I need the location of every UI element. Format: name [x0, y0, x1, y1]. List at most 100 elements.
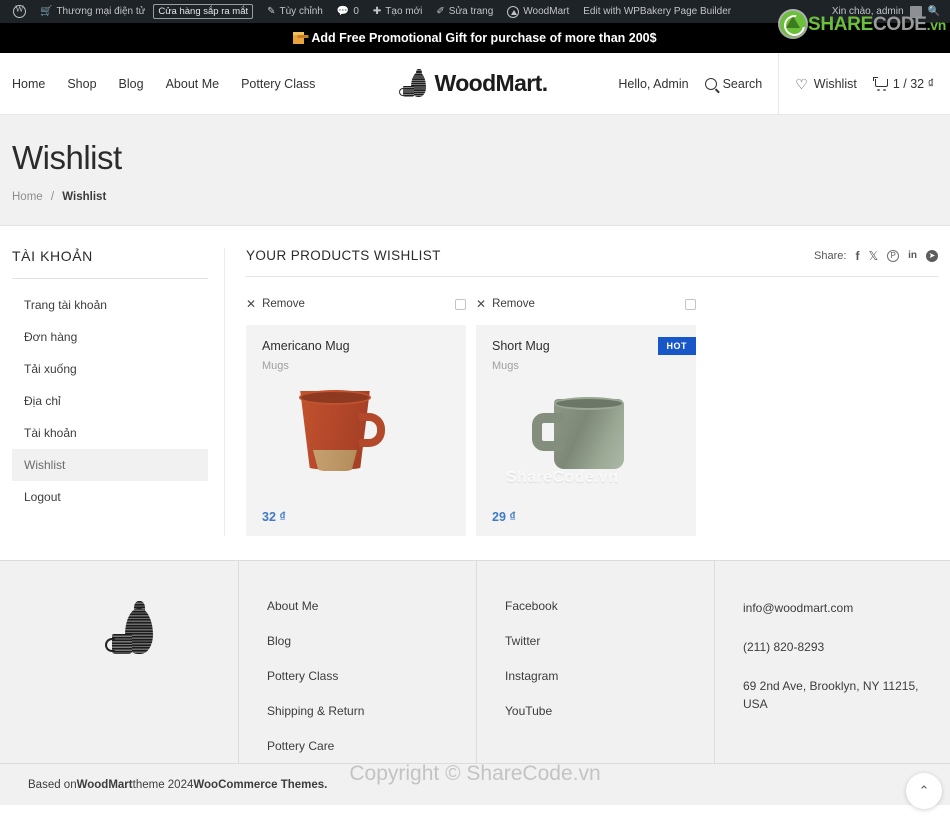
nav-item-about-me[interactable]: About Me — [166, 77, 220, 91]
footer-link-youtube[interactable]: YouTube — [505, 704, 714, 718]
adminbar-item-woodmart[interactable]: WoodMart — [500, 0, 576, 23]
footer-link-facebook[interactable]: Facebook — [505, 599, 714, 613]
adminbar-item-new[interactable]: ✚ Tạo mới — [366, 0, 430, 23]
adminbar-item-comments[interactable]: 💬 0 — [330, 0, 366, 23]
telegram-icon[interactable]: ➤ — [926, 249, 938, 262]
sidebar-item-label[interactable]: Logout — [12, 481, 208, 513]
adminbar-item-label: Edit with WPBakery Page Builder — [583, 6, 732, 17]
comment-icon: 💬 — [336, 6, 350, 17]
sidebar-item-orders[interactable]: Đơn hàng — [12, 321, 208, 353]
product-card[interactable]: Americano Mug Mugs 32 ₫ — [246, 325, 466, 536]
sidebar-item-account[interactable]: Tài khoản — [12, 417, 208, 449]
product-category[interactable]: Mugs — [492, 360, 680, 372]
header-wishlist-link[interactable]: ♡ Wishlist — [795, 77, 857, 91]
product-name[interactable]: Short Mug — [492, 339, 680, 353]
header-right-tools: Hello, Admin Search ♡ Wishlist 1 / 32 ₫ — [602, 52, 950, 115]
adminbar-item-wpbakery[interactable]: Edit with WPBakery Page Builder — [576, 0, 738, 23]
product-price: 29 ₫ — [492, 510, 516, 524]
header-cart-label: 1 / 32 ₫ — [892, 76, 934, 91]
promo-banner[interactable]: Add Free Promotional Gift for purchase o… — [0, 23, 950, 53]
sidebar-item-label[interactable]: Wishlist — [12, 449, 208, 481]
adminbar-coming-soon-pill[interactable]: Cửa hàng sắp ra mắt — [153, 4, 254, 19]
sidebar-title: TÀI KHOẢN — [12, 248, 208, 279]
site-logo[interactable]: WoodMart. — [385, 68, 565, 99]
nav-item-home[interactable]: Home — [12, 77, 45, 91]
footer-phone[interactable]: (211) 820-8293 — [743, 638, 950, 656]
search-icon — [704, 77, 717, 90]
product-name[interactable]: Americano Mug — [262, 339, 450, 353]
nav-item-shop[interactable]: Shop — [67, 77, 96, 91]
credit-prefix: Based on — [28, 778, 77, 791]
adminbar-item-label: Tạo mới — [385, 6, 423, 17]
footer-link-blog[interactable]: Blog — [267, 634, 476, 648]
share-label: Share: — [814, 249, 847, 262]
page-root: 🛒 Thương mại điện tử Cửa hàng sắp ra mắt… — [0, 0, 950, 817]
sidebar-item-label[interactable]: Đơn hàng — [12, 321, 208, 353]
adminbar-right-group: Xin chào, admin 🔍 — [832, 5, 944, 18]
copyright-bar: Based on WoodMart theme 2024 WooCommerce… — [0, 763, 950, 805]
footer-link-shipping-return[interactable]: Shipping & Return — [267, 704, 476, 718]
sidebar-item-label[interactable]: Địa chỉ — [12, 385, 208, 417]
footer-link-instagram[interactable]: Instagram — [505, 669, 714, 683]
sidebar-item-downloads[interactable]: Tải xuống — [12, 353, 208, 385]
pinterest-icon[interactable]: P — [887, 249, 900, 262]
sidebar-item-label[interactable]: Trang tài khoản — [12, 289, 208, 321]
select-checkbox[interactable] — [455, 298, 466, 310]
sidebar-item-dashboard[interactable]: Trang tài khoản — [12, 289, 208, 321]
nav-item-pottery-class[interactable]: Pottery Class — [241, 77, 315, 91]
product-price: 32 ₫ — [262, 510, 286, 524]
adminbar-item-label: Tùy chỉnh — [279, 6, 323, 17]
close-icon: ✕ — [476, 297, 487, 311]
breadcrumb-home[interactable]: Home — [12, 191, 43, 203]
remove-button[interactable]: ✕ Remove — [476, 298, 535, 310]
footer-link-about-me[interactable]: About Me — [267, 599, 476, 613]
footer-link-twitter[interactable]: Twitter — [505, 634, 714, 648]
product-card[interactable]: HOT Short Mug Mugs ShareCode.vn 29 ₫ — [476, 325, 696, 536]
x-twitter-icon[interactable]: 𝕏 — [868, 250, 878, 262]
adminbar-greeting[interactable]: Xin chào, admin — [832, 6, 904, 17]
breadcrumb-separator: / — [50, 191, 55, 203]
wishlist-grid: ✕ Remove Americano Mug Mugs 32 ₫ ✕ Remov… — [246, 277, 938, 536]
adminbar-item-label: WoodMart — [523, 6, 570, 17]
promo-text: Add Free Promotional Gift for purchase o… — [311, 31, 657, 45]
woodmart-icon — [507, 5, 520, 18]
header-search-link[interactable]: Search — [704, 77, 762, 91]
linkedin-icon[interactable]: in — [908, 250, 917, 261]
product-image: ShareCode.vn — [476, 377, 696, 507]
search-icon[interactable]: 🔍 — [928, 6, 940, 17]
header-greeting[interactable]: Hello, Admin — [618, 77, 688, 91]
adminbar-item-customize[interactable]: ✎ Tùy chỉnh — [260, 0, 330, 23]
sidebar-item-logout[interactable]: Logout — [12, 481, 208, 513]
wishlist-item: ✕ Remove Americano Mug Mugs 32 ₫ — [246, 291, 466, 536]
header-shop-group: ♡ Wishlist 1 / 32 ₫ — [778, 52, 950, 115]
product-category[interactable]: Mugs — [262, 360, 450, 372]
sidebar-item-addresses[interactable]: Địa chỉ — [12, 385, 208, 417]
cart-icon: 🛒 — [40, 6, 53, 17]
footer-contact-column: info@woodmart.com (211) 820-8293 69 2nd … — [714, 561, 950, 763]
sidebar-item-label[interactable]: Tài khoản — [12, 417, 208, 449]
nav-item-blog[interactable]: Blog — [119, 77, 144, 91]
remove-label: Remove — [262, 298, 305, 310]
scroll-to-top-button[interactable]: ⌃ — [906, 773, 942, 809]
footer-link-pottery-care[interactable]: Pottery Care — [267, 739, 476, 753]
remove-button[interactable]: ✕ Remove — [246, 298, 305, 310]
wishlist-main: YOUR PRODUCTS WISHLIST Share: f 𝕏 P in ➤… — [224, 248, 938, 536]
adminbar-item-edit-page[interactable]: ✐ Sửa trang — [429, 0, 500, 23]
footer-link-pottery-class[interactable]: Pottery Class — [267, 669, 476, 683]
adminbar-wordpress-logo[interactable] — [6, 0, 33, 23]
heart-icon: ♡ — [795, 75, 808, 92]
chevron-up-icon: ⌃ — [918, 783, 930, 798]
breadcrumb-current: Wishlist — [62, 191, 107, 203]
footer-email[interactable]: info@woodmart.com — [743, 599, 950, 617]
content-wrapper: TÀI KHOẢN Trang tài khoản Đơn hàng Tải x… — [0, 226, 950, 536]
sidebar-item-wishlist[interactable]: Wishlist — [12, 449, 208, 481]
site-footer: About Me Blog Pottery Class Shipping & R… — [0, 560, 950, 805]
footer-social-column: Facebook Twitter Instagram YouTube — [476, 561, 714, 763]
header-cart-link[interactable]: 1 / 32 ₫ — [872, 76, 934, 91]
sidebar-item-label[interactable]: Tải xuống — [12, 353, 208, 385]
adminbar-item-ecommerce[interactable]: 🛒 Thương mại điện tử Cửa hàng sắp ra mắt — [33, 0, 260, 23]
select-checkbox[interactable] — [685, 298, 696, 310]
share-block: Share: f 𝕏 P in ➤ — [814, 249, 938, 262]
gift-icon — [293, 32, 305, 44]
facebook-icon[interactable]: f — [855, 250, 859, 262]
